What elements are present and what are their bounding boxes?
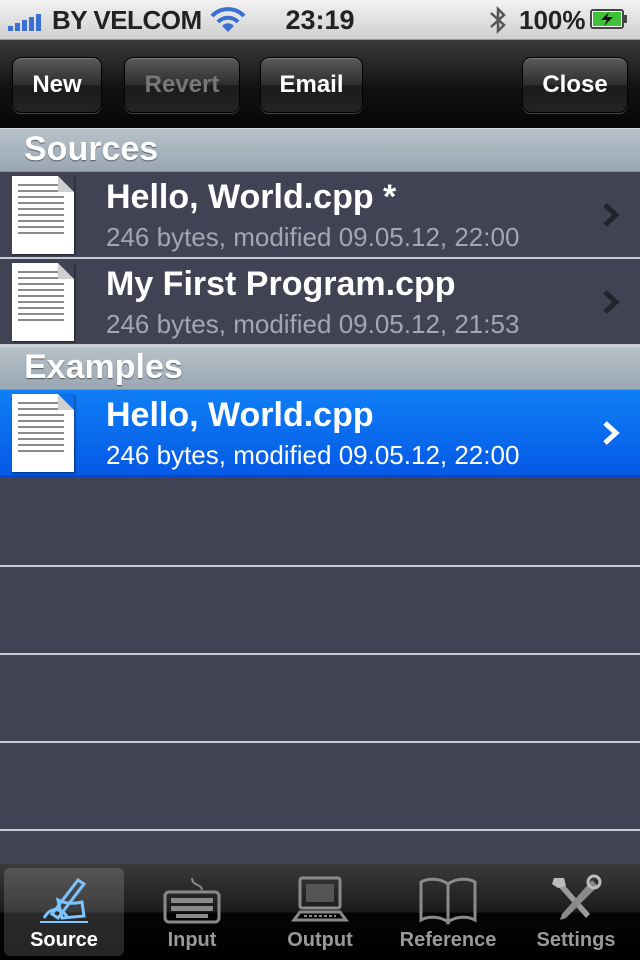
document-icon: [12, 263, 74, 341]
book-icon: [419, 877, 477, 925]
file-name: Hello, World.cpp *: [106, 178, 397, 216]
chevron-right-icon: [603, 203, 620, 227]
file-name: My First Program.cpp: [106, 265, 456, 303]
file-details: 246 bytes, modified 09.05.12, 22:00: [106, 222, 520, 252]
document-icon: [12, 394, 74, 472]
chevron-right-icon: [603, 290, 620, 314]
document-icon: [12, 176, 74, 254]
pen-hand-icon: [40, 877, 88, 923]
file-details: 246 bytes, modified 09.05.12, 22:00: [106, 440, 520, 470]
section-header-sources: Sources: [0, 128, 640, 172]
status-bar: BY VELCOM 23:19 100%: [0, 0, 640, 40]
bluetooth-icon: [490, 5, 506, 35]
toolbar: New Revert Email Close: [0, 40, 640, 130]
table-separator: [0, 653, 640, 655]
battery-percentage: 100%: [519, 5, 586, 35]
email-button[interactable]: Email: [260, 57, 363, 113]
tab-bar: Source Input Output Reference Settings: [0, 864, 640, 960]
tab-reference[interactable]: Reference: [388, 868, 508, 956]
tab-label: Reference: [399, 929, 497, 951]
close-button[interactable]: Close: [522, 57, 628, 113]
tab-settings[interactable]: Settings: [516, 868, 636, 956]
tools-icon: [552, 874, 602, 920]
battery-charging-icon: [590, 9, 627, 29]
file-details: 246 bytes, modified 09.05.12, 21:53: [106, 309, 520, 339]
new-button[interactable]: New: [12, 57, 102, 113]
revert-button[interactable]: Revert: [124, 57, 240, 113]
file-row-my-first-program[interactable]: My First Program.cpp 246 bytes, modified…: [0, 259, 640, 346]
tab-input[interactable]: Input: [132, 868, 252, 956]
keyboard-icon: [163, 877, 221, 924]
chevron-right-icon: [603, 421, 620, 445]
tab-label: Output: [287, 929, 353, 951]
tab-output[interactable]: Output: [260, 868, 380, 956]
tab-label: Settings: [536, 929, 616, 951]
tab-label: Input: [167, 929, 217, 951]
table-separator: [0, 829, 640, 831]
computer-icon: [291, 876, 349, 922]
tab-source[interactable]: Source: [4, 868, 124, 956]
file-name: Hello, World.cpp: [106, 396, 374, 434]
file-row-hello-world-source[interactable]: Hello, World.cpp * 246 bytes, modified 0…: [0, 172, 640, 259]
file-row-hello-world-example[interactable]: Hello, World.cpp 246 bytes, modified 09.…: [0, 390, 640, 477]
table-separator: [0, 565, 640, 567]
section-header-examples: Examples: [0, 346, 640, 390]
table-separator: [0, 741, 640, 743]
tab-label: Source: [30, 929, 98, 951]
